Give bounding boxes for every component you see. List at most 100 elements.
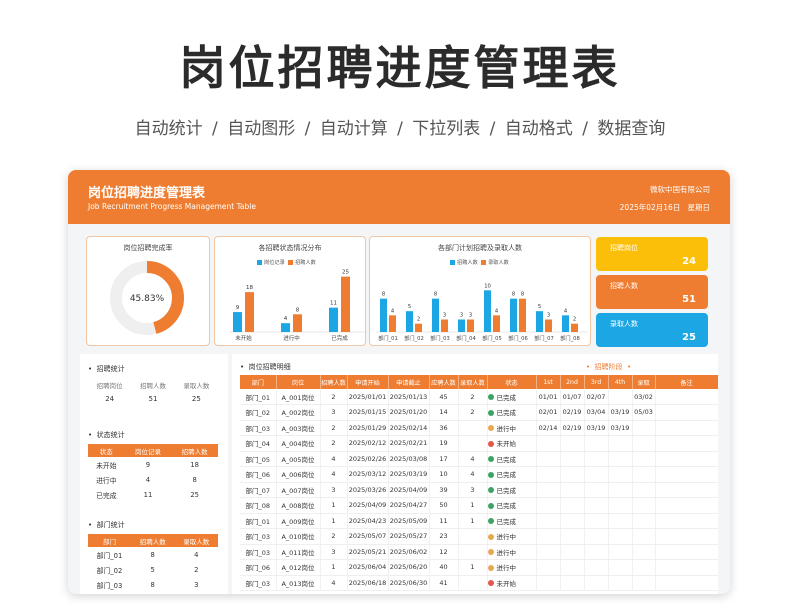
table-cell: 2025/03/12 xyxy=(347,466,389,483)
table-row: 部门_07 A_007岗位 3 2025/03/26 2025/04/09 39 3 已完成 xyxy=(240,482,718,498)
status-text: 已完成 xyxy=(496,409,517,418)
kpi-positions: 招聘岗位 24 xyxy=(596,237,708,271)
table-cell xyxy=(584,513,609,529)
table-cell xyxy=(608,528,633,545)
status-dot-icon xyxy=(487,471,494,478)
table-cell: 部门_03 xyxy=(240,575,277,591)
date: 2025年02月16日 xyxy=(619,203,681,212)
summary-panel: • 招聘统计 招聘岗位 招聘人数 录取人数 24 51 25 • 状态统计 状态 岗位记录… xyxy=(80,354,228,594)
table-row: 部门_03 A_010岗位 2 2025/05/07 2025/05/27 23 进行中 xyxy=(240,528,718,545)
status-dot-icon xyxy=(487,502,494,509)
column-header: 录取人数 xyxy=(458,375,488,389)
table-cell xyxy=(655,435,718,452)
column-header: 状态 xyxy=(487,375,537,389)
dept-bar-chart: 84部门_0152部门_0283部门_033 3部门_04104部门_058 8部门… xyxy=(376,283,588,342)
date-line: 2025年02月16日 星期日 xyxy=(620,202,710,213)
table-cell xyxy=(632,544,656,560)
table-row: 部门_06 A_012岗位 1 2025/06/04 2025/06/20 40 1 进行中 xyxy=(240,559,718,576)
status-chart-card: 各招聘状态情况分布 岗位记录 招聘人数 9 18 未开始 4 8 进行中 11 25 已完成 xyxy=(214,236,367,346)
table-cell xyxy=(584,559,609,576)
bar xyxy=(329,307,338,332)
table-cell: 19 xyxy=(429,435,459,452)
table-cell: 14 xyxy=(429,404,459,421)
table-cell: 未开始 xyxy=(96,461,117,470)
table-cell: 05/03 xyxy=(632,404,656,421)
table-cell xyxy=(584,575,609,591)
table-cell: 40 xyxy=(429,559,459,576)
table-cell xyxy=(458,435,488,452)
status-dot-icon xyxy=(487,440,494,447)
table-cell: 9 xyxy=(145,460,151,469)
table-cell xyxy=(655,451,718,467)
data-label: 3 xyxy=(547,313,550,319)
table-cell: 2 xyxy=(458,389,488,405)
stat-hired: 25 xyxy=(191,395,201,403)
table-cell: 1 xyxy=(320,513,348,529)
status-cell: 已完成 xyxy=(487,404,537,421)
status-text: 已完成 xyxy=(496,517,517,526)
tick-label: 部门_01 xyxy=(378,334,398,342)
table-cell xyxy=(608,389,633,405)
kpi-hired-value: 25 xyxy=(682,332,696,343)
header-cell: 状态 xyxy=(88,444,125,457)
table-cell: A_008岗位 xyxy=(276,497,321,514)
header-cell: 招聘人数 xyxy=(130,534,175,547)
header-cell: 录取人数 xyxy=(174,534,218,547)
table-cell xyxy=(632,482,656,498)
table-cell xyxy=(560,466,585,483)
table-cell: 2 xyxy=(320,389,348,405)
table-cell: 2025/04/09 xyxy=(347,497,389,514)
table-cell xyxy=(584,482,609,498)
sheet-title-en: Job Recruitment Progress Management Tabl… xyxy=(88,202,256,211)
table-cell: 45 xyxy=(429,389,459,405)
status-cell: 已完成 xyxy=(487,482,537,498)
table-cell: 17 xyxy=(429,451,459,467)
header-cell: 招聘人数 xyxy=(139,382,166,390)
dept-stats-title: • 部门统计 xyxy=(88,521,125,529)
feature-subtitle: 自动统计 / 自动图形 / 自动计算 / 下拉列表 / 自动格式 / 数据查询 xyxy=(134,119,666,139)
data-label: 4 xyxy=(391,308,395,314)
status-text: 已完成 xyxy=(496,455,517,464)
table-cell xyxy=(655,404,718,421)
table-cell: 2025/03/19 xyxy=(388,466,430,483)
dept-stats-row: 部门_02 5 2 xyxy=(88,562,218,577)
column-header: 申请开始 xyxy=(347,375,389,389)
tick-label: 部门_04 xyxy=(456,334,476,342)
status-cell: 进行中 xyxy=(487,559,537,576)
table-cell xyxy=(608,482,633,498)
status-dot-icon xyxy=(487,533,494,540)
status-stats-row: 已完成 11 25 xyxy=(88,487,218,502)
completion-donut: 45.83% xyxy=(110,261,184,335)
table-cell: 11 xyxy=(143,490,153,499)
table-cell: 2025/04/23 xyxy=(347,513,389,529)
data-label: 9 xyxy=(236,305,240,311)
stat-recruits: 51 xyxy=(148,395,158,403)
bar xyxy=(519,298,526,332)
bar xyxy=(245,292,254,332)
data-label: 5 xyxy=(538,304,541,310)
status-stats-row: 进行中 4 8 xyxy=(88,472,218,487)
table-cell: 1 xyxy=(458,559,488,576)
status-text: 已完成 xyxy=(496,502,517,511)
status-dot-icon xyxy=(487,549,494,556)
table-cell: 01/01 xyxy=(536,389,561,405)
table-cell: 部门_01 xyxy=(96,551,123,560)
bar xyxy=(458,319,465,332)
table-row: 部门_01 A_009岗位 1 2025/04/23 2025/05/09 11 1 已完成 xyxy=(240,513,718,529)
table-cell: 2025/01/01 xyxy=(347,389,389,405)
bar xyxy=(293,314,302,332)
table-cell: 部门_02 xyxy=(96,566,123,575)
table-row: 部门_01 A_001岗位 2 2025/01/01 2025/01/13 45 2 已完成 0… xyxy=(240,389,718,405)
bar xyxy=(415,323,422,332)
table-cell: 2025/06/04 xyxy=(347,559,389,576)
table-cell xyxy=(560,482,585,498)
table-cell: 23 xyxy=(429,528,459,545)
table-cell: 2025/03/08 xyxy=(388,451,430,467)
table-cell: 部门_07 xyxy=(240,482,277,498)
table-cell xyxy=(584,435,609,452)
table-cell xyxy=(655,389,718,405)
column-header: 3rd xyxy=(584,375,609,389)
table-cell: 03/02 xyxy=(632,389,656,405)
recruit-stats-title: • 招聘统计 xyxy=(88,365,125,373)
table-cell: A_007岗位 xyxy=(276,482,321,498)
